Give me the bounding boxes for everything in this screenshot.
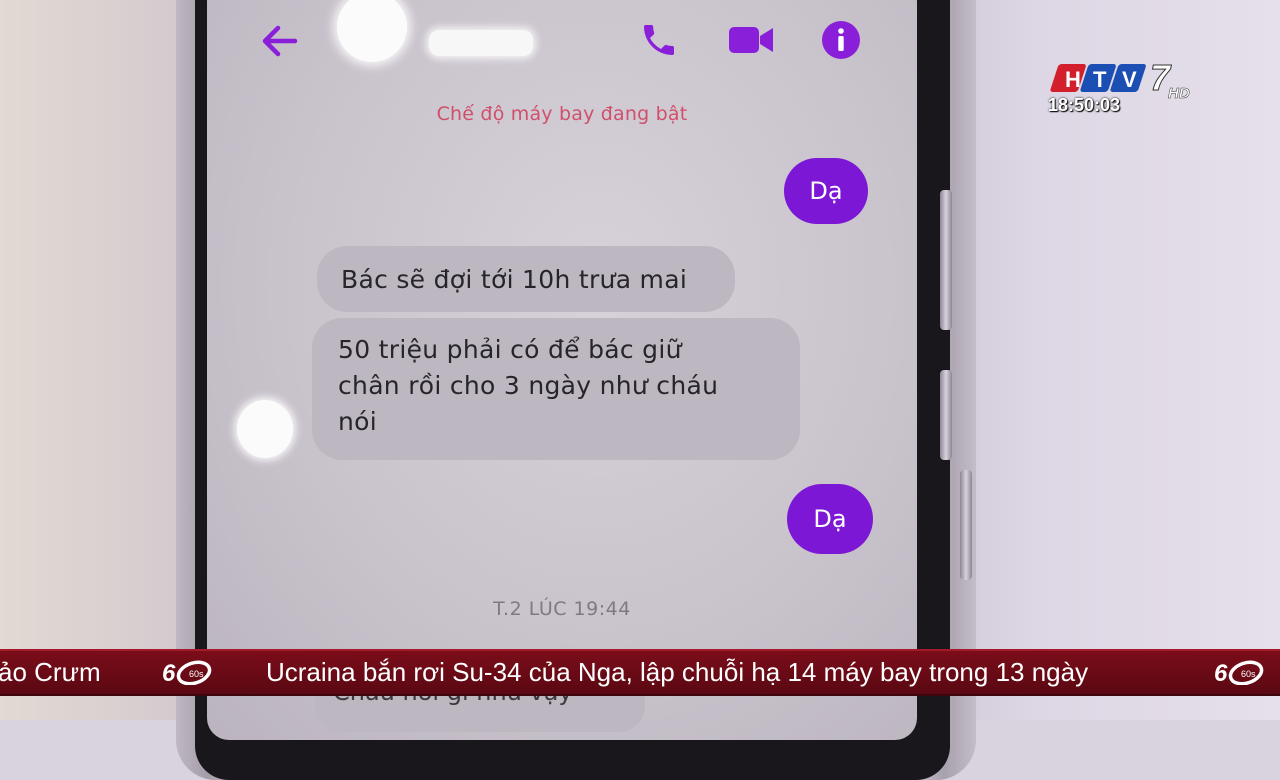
- message-bubble-received[interactable]: 50 triệu phải có để bác giữ chân rồi cho…: [312, 318, 800, 460]
- ticker-previous-headline: ảo Crưm: [0, 657, 101, 687]
- phone-side-button: [940, 190, 952, 330]
- svg-text:60s: 60s: [189, 669, 204, 679]
- broadcast-clock: 18:50:03: [1048, 95, 1121, 115]
- message-line: 50 triệu phải có để bác giữ: [338, 335, 682, 364]
- messenger-screen: Chế độ máy bay đang bật Dạ Bác sẽ đợi tớ…: [207, 0, 917, 740]
- airplane-mode-notice: Chế độ máy bay đang bật: [436, 103, 688, 125]
- info-icon[interactable]: [821, 20, 861, 60]
- phone-side-button: [940, 370, 952, 460]
- hd-badge: HD: [1168, 85, 1190, 102]
- sixty-seconds-logo: 6 60s: [162, 660, 212, 685]
- message-bubble-sent[interactable]: Dạ: [784, 158, 868, 224]
- svg-text:6: 6: [1214, 660, 1228, 685]
- avatar[interactable]: [337, 0, 407, 62]
- phone-side-button: [960, 470, 972, 580]
- back-arrow-icon[interactable]: [259, 22, 299, 60]
- svg-text:H: H: [1065, 67, 1081, 92]
- svg-text:6: 6: [162, 660, 176, 685]
- contact-name: [429, 30, 533, 56]
- message-bubble-sent[interactable]: Dạ: [787, 484, 873, 554]
- sixty-seconds-logo: 6 60s: [1214, 660, 1264, 685]
- message-line: chân rồi cho 3 ngày như cháu: [338, 371, 719, 400]
- phone-icon[interactable]: [639, 20, 679, 60]
- message-bubble-received[interactable]: Bác sẽ đợi tới 10h trưa mai: [317, 246, 735, 312]
- svg-text:60s: 60s: [1241, 669, 1256, 679]
- message-text: Bác sẽ đợi tới 10h trưa mai: [341, 265, 688, 294]
- svg-text:V: V: [1122, 67, 1137, 92]
- ticker-headline: Ucraina bắn rơi Su-34 của Nga, lập chuỗi…: [266, 657, 1089, 687]
- message-text: Dạ: [813, 505, 847, 533]
- news-ticker: ảo Crưm 6 60s Ucraina bắn rơi Su-34 của …: [0, 649, 1280, 696]
- message-text: Dạ: [809, 177, 843, 205]
- message-timestamp: T.2 LÚC 19:44: [493, 598, 631, 620]
- video-camera-icon[interactable]: [727, 24, 775, 56]
- message-line: nói: [338, 407, 377, 436]
- svg-text:T: T: [1093, 67, 1107, 92]
- sender-avatar: [237, 400, 293, 458]
